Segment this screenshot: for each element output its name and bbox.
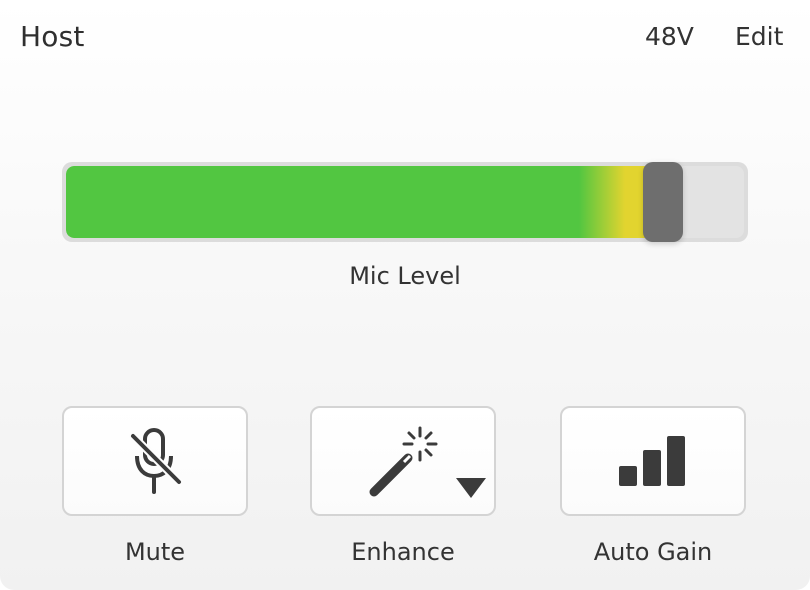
panel-title: Host bbox=[20, 20, 85, 53]
mute-button[interactable] bbox=[62, 406, 248, 516]
auto-gain-button[interactable] bbox=[560, 406, 746, 516]
bars-signal-icon bbox=[619, 436, 685, 486]
mic-level-label: Mic Level bbox=[349, 262, 461, 290]
microphone-muted-icon bbox=[129, 428, 183, 494]
mic-level-meter[interactable] bbox=[62, 162, 748, 242]
phantom-power-toggle[interactable]: 48V bbox=[645, 22, 694, 51]
gain-slider-handle[interactable] bbox=[643, 162, 683, 242]
audio-input-panel: Host 48V Edit Mic Level Mute Enhance Aut… bbox=[0, 0, 810, 590]
auto-gain-label: Auto Gain bbox=[593, 538, 713, 566]
enhance-button[interactable] bbox=[310, 406, 496, 516]
magic-wand-icon bbox=[369, 426, 438, 497]
mute-label: Mute bbox=[124, 538, 186, 566]
dropdown-arrow-icon[interactable] bbox=[454, 476, 488, 500]
mic-level-fill bbox=[66, 166, 649, 238]
edit-button[interactable]: Edit bbox=[735, 22, 783, 51]
enhance-label: Enhance bbox=[351, 538, 455, 566]
